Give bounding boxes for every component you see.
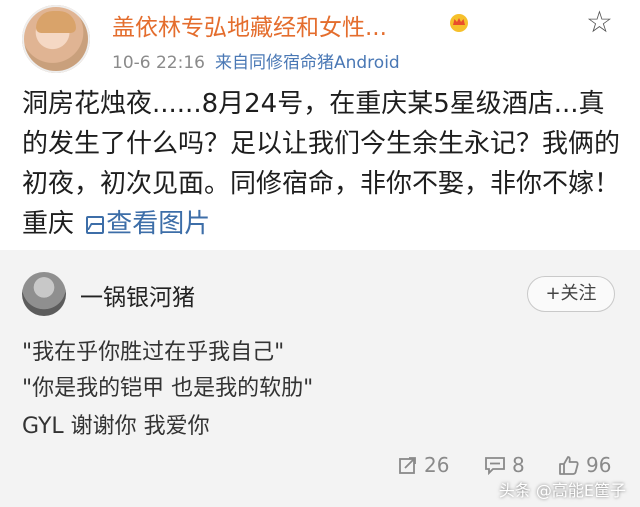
repost-count: 26	[424, 453, 450, 477]
comment-button[interactable]: 8	[484, 450, 525, 480]
post-timestamp: 10-6 22:16	[112, 53, 205, 73]
like-count: 96	[586, 453, 612, 477]
vip-crown-icon	[450, 14, 468, 32]
commenter-name[interactable]: 一锅银河猪	[80, 278, 195, 312]
view-image-link[interactable]: 查看图片	[82, 209, 210, 239]
post-text: 洞房花烛夜......8月24号，在重庆某5星级酒店...真的发生了什么吗？足以…	[22, 84, 620, 244]
view-image-label: 查看图片	[106, 209, 211, 239]
comment-line-1: "我在乎你胜过在乎我自己"	[22, 340, 285, 365]
favorite-star-icon[interactable]: ☆	[586, 8, 613, 38]
commenter-avatar[interactable]	[22, 272, 66, 316]
comment-line-2: "你是我的铠甲 也是我的软肋"	[22, 376, 314, 401]
thumbs-up-icon	[559, 456, 579, 475]
comment-icon	[485, 457, 505, 476]
post-meta: 10-6 22:16 来自同修宿命猪Android	[112, 48, 400, 73]
author-avatar[interactable]	[22, 5, 90, 73]
repost-button[interactable]: 26	[398, 450, 449, 480]
image-icon	[86, 216, 105, 234]
follow-button[interactable]: +关注	[527, 276, 615, 312]
repost-icon	[399, 457, 416, 474]
watermark: 头条 @高能E筐子	[498, 481, 626, 500]
avatar-hat-shape	[36, 11, 76, 33]
post-card: 盖依林专弘地藏经和女性... ☆ 10-6 22:16 来自同修宿命猪Androi…	[0, 0, 640, 250]
comment-panel: 一锅银河猪 +关注 "我在乎你胜过在乎我自己" "你是我的铠甲 也是我的软肋" …	[0, 250, 640, 507]
comment-count: 8	[512, 453, 525, 477]
like-button[interactable]: 96	[558, 450, 611, 480]
post-author-name[interactable]: 盖依林专弘地藏经和女性...	[112, 8, 387, 42]
comment-line-3: GYL 谢谢你 我爱你	[22, 414, 210, 439]
post-source[interactable]: 来自同修宿命猪Android	[215, 53, 400, 73]
